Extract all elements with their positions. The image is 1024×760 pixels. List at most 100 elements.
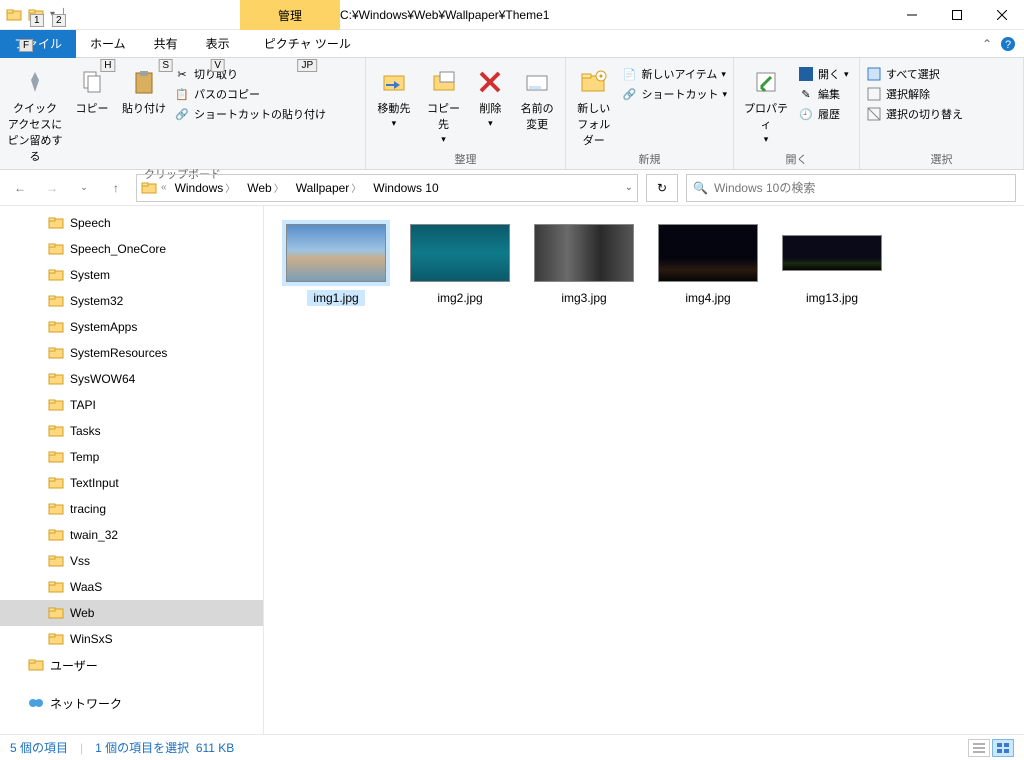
move-to-button[interactable]: 移動先▾: [372, 62, 416, 129]
copy-path-button[interactable]: 📋パスのコピー: [174, 86, 326, 102]
tree-item[interactable]: twain_32: [0, 522, 263, 548]
tree-item-label: tracing: [70, 502, 106, 516]
window-title: C:¥Windows¥Web¥Wallpaper¥Theme1: [340, 8, 549, 22]
select-none-button[interactable]: 選択解除: [866, 86, 963, 102]
tree-item[interactable]: SystemResources: [0, 340, 263, 366]
file-name: img2.jpg: [431, 290, 488, 306]
tree-item-label: twain_32: [70, 528, 118, 542]
file-name: img3.jpg: [555, 290, 612, 306]
help-icon[interactable]: ?: [1000, 36, 1016, 52]
tree-item-label: WaaS: [70, 580, 102, 594]
tree-item-label: Temp: [70, 450, 99, 464]
context-tab-label: 管理: [240, 0, 340, 30]
delete-button[interactable]: 削除▾: [471, 62, 509, 129]
tree-item-label: Tasks: [70, 424, 101, 438]
minimize-button[interactable]: [889, 0, 934, 30]
forward-button[interactable]: →: [40, 176, 64, 200]
file-thumbnail[interactable]: img1.jpg: [282, 220, 390, 306]
view-thumbnails-button[interactable]: [992, 739, 1014, 757]
breadcrumb[interactable]: Windows 〉: [171, 180, 240, 195]
status-count: 5 個の項目: [10, 739, 68, 756]
recent-dropdown[interactable]: ⌄: [72, 176, 96, 200]
file-thumbnail[interactable]: img13.jpg: [778, 220, 886, 306]
tab-share[interactable]: 共有S: [140, 30, 192, 58]
tree-item[interactable]: Temp: [0, 444, 263, 470]
tree-item[interactable]: Speech: [0, 210, 263, 236]
back-button[interactable]: ←: [8, 176, 32, 200]
tree-item-label: WinSxS: [70, 632, 113, 646]
svg-text:?: ?: [1005, 39, 1011, 51]
tree-item[interactable]: SystemApps: [0, 314, 263, 340]
properties-button[interactable]: プロパティ▾: [740, 62, 792, 145]
tab-home[interactable]: ホームH: [76, 30, 140, 58]
invert-selection-button[interactable]: 選択の切り替え: [866, 106, 963, 122]
keytip-1: 1: [30, 14, 44, 27]
tab-picture-tools[interactable]: ピクチャ ツールJP: [250, 30, 365, 58]
new-folder-button[interactable]: ✦ 新しいフォルダー: [572, 62, 615, 148]
tree-item[interactable]: WaaS: [0, 574, 263, 600]
folder-icon: [6, 7, 22, 23]
file-list: img1.jpg img2.jpg img3.jpg img4.jpg img13.jp…: [264, 206, 1024, 734]
address-dropdown[interactable]: ⌄: [625, 182, 633, 193]
maximize-button[interactable]: [934, 0, 979, 30]
group-open: 開く: [740, 149, 853, 167]
tree-item-label: ネットワーク: [50, 695, 122, 712]
address-bar[interactable]: « Windows 〉 Web 〉 Wallpaper 〉 Windows 10…: [136, 174, 638, 202]
copy-to-button[interactable]: コピー先▾: [422, 62, 466, 145]
file-thumbnail[interactable]: img2.jpg: [406, 220, 514, 306]
edit-button[interactable]: ✎編集: [798, 86, 849, 102]
rename-button[interactable]: 名前の変更: [515, 62, 559, 132]
tree-item-label: SystemResources: [70, 346, 167, 360]
new-item-button[interactable]: 📄新しいアイテム ▾: [621, 66, 727, 82]
tree-item-label: Web: [70, 606, 94, 620]
group-organize: 整理: [372, 149, 559, 167]
breadcrumb[interactable]: Wallpaper 〉: [292, 180, 366, 195]
breadcrumb[interactable]: Web 〉: [243, 180, 287, 195]
tree-item[interactable]: Speech_OneCore: [0, 236, 263, 262]
pin-button[interactable]: クイック アクセスにピン留めする: [6, 62, 64, 164]
search-input[interactable]: 🔍 Windows 10の検索: [686, 174, 1016, 202]
tree-item-label: TextInput: [70, 476, 119, 490]
easy-access-button[interactable]: 🔗ショートカット ▾: [621, 86, 727, 102]
open-button[interactable]: 開く ▾: [798, 66, 849, 82]
file-name: img1.jpg: [307, 290, 364, 306]
tree-item[interactable]: tracing: [0, 496, 263, 522]
tree-item[interactable]: System32: [0, 288, 263, 314]
ribbon-collapse-icon[interactable]: ⌃: [982, 37, 992, 51]
keytip-2: 2: [52, 14, 66, 27]
tree-item[interactable]: ユーザー: [0, 652, 263, 678]
tree-item[interactable]: Tasks: [0, 418, 263, 444]
folder-icon: [141, 180, 157, 196]
tree-item-label: Speech_OneCore: [70, 242, 166, 256]
select-all-button[interactable]: すべて選択: [866, 66, 963, 82]
tree-item[interactable]: TAPI: [0, 392, 263, 418]
tree-item[interactable]: ネットワーク: [0, 690, 263, 716]
refresh-button[interactable]: ↻: [646, 174, 678, 202]
close-button[interactable]: [979, 0, 1024, 30]
tab-file[interactable]: ファイルF: [0, 30, 76, 58]
svg-text:✦: ✦: [597, 72, 604, 81]
group-select: 選択: [866, 149, 1017, 167]
tree-item[interactable]: TextInput: [0, 470, 263, 496]
view-details-button[interactable]: [968, 739, 990, 757]
tree-item[interactable]: SysWOW64: [0, 366, 263, 392]
tree-item[interactable]: Web: [0, 600, 263, 626]
tree-item[interactable]: WinSxS: [0, 626, 263, 652]
tree-item[interactable]: Vss: [0, 548, 263, 574]
tree-item-label: ユーザー: [50, 657, 98, 674]
up-button[interactable]: ↑: [104, 176, 128, 200]
tree-item-label: SystemApps: [70, 320, 137, 334]
tree-item[interactable]: System: [0, 262, 263, 288]
group-new: 新規: [572, 149, 727, 167]
paste-shortcut-button[interactable]: 🔗ショートカットの貼り付け: [174, 106, 326, 122]
history-button[interactable]: 🕘履歴: [798, 106, 849, 122]
folder-tree: Speech Speech_OneCore SystemSystem32 System…: [0, 206, 264, 734]
tab-view[interactable]: 表示V: [192, 30, 244, 58]
file-thumbnail[interactable]: img3.jpg: [530, 220, 638, 306]
status-selection: 1 個の項目を選択 611 KB: [95, 739, 234, 756]
tree-item-label: SysWOW64: [70, 372, 135, 386]
breadcrumb[interactable]: Windows 10: [369, 181, 442, 195]
tree-item-label: Speech: [70, 216, 111, 230]
file-name: img13.jpg: [800, 290, 864, 306]
file-thumbnail[interactable]: img4.jpg: [654, 220, 762, 306]
